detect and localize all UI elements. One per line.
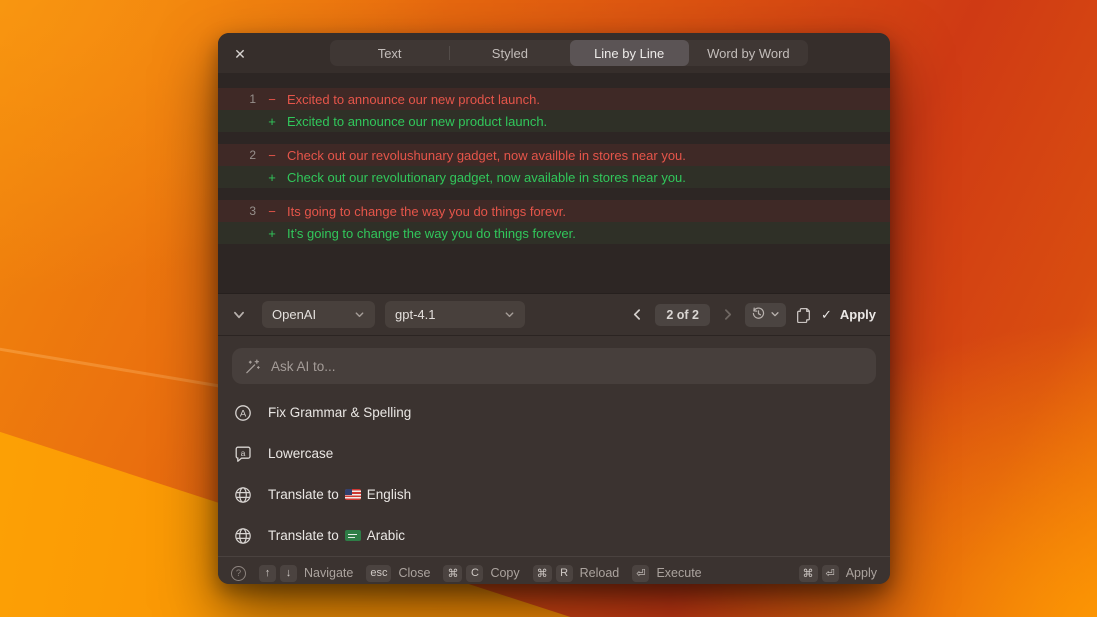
provider-select[interactable]: OpenAI	[262, 301, 375, 328]
r-key: R	[555, 564, 573, 582]
command-panel: Ask AI to... A Fix Grammar & Spelling a …	[218, 336, 890, 556]
provider-label: OpenAI	[272, 307, 317, 322]
arrow-up-key: ↑	[259, 564, 276, 582]
diff-removed-line: 2 − Check out our revolushunary gadget, …	[218, 144, 890, 166]
us-flag-icon	[344, 489, 361, 500]
command-key: ⌘	[443, 564, 463, 582]
minus-sign: −	[268, 91, 276, 107]
apply-label: Apply	[839, 307, 876, 322]
model-label: gpt-4.1	[395, 307, 436, 322]
chevron-down-icon	[504, 309, 515, 320]
plus-sign: +	[268, 113, 276, 129]
line-number: 1	[249, 92, 256, 106]
shortcut-label: Reload	[579, 566, 620, 580]
tab-word-by-word[interactable]: Word by Word	[689, 40, 808, 66]
model-select[interactable]: gpt-4.1	[385, 301, 525, 328]
ai-diff-popup-window: ✕ Text Styled Line by Line Word by Word …	[218, 33, 890, 584]
next-result-button[interactable]	[719, 306, 736, 323]
apply-button[interactable]: ✓ Apply	[821, 307, 876, 323]
line-number: 3	[249, 204, 256, 218]
chevron-down-icon	[770, 307, 780, 322]
command-translate-english[interactable]: Translate to English	[218, 474, 890, 515]
shortcut-label: Execute	[656, 566, 702, 580]
collapse-chevron-down-icon[interactable]	[232, 308, 246, 322]
command-key: ⌘	[798, 564, 818, 582]
minus-sign: −	[268, 203, 276, 219]
removed-text: Check out our revolushunary gadget, now …	[287, 147, 686, 163]
diff-group-1: 1 − Excited to announce our new prodct l…	[218, 88, 890, 132]
removed-text: Excited to announce our new prodct launc…	[287, 91, 540, 107]
diff-removed-line: 1 − Excited to announce our new prodct l…	[218, 88, 890, 110]
diff-added-line: + It’s going to change the way you do th…	[218, 222, 890, 244]
character-bubble-icon: a	[233, 444, 253, 464]
previous-result-button[interactable]	[629, 306, 646, 323]
command-label: Translate to English	[268, 487, 412, 502]
saudi-arabia-flag-icon	[344, 530, 361, 541]
added-text: Check out our revolutionary gadget, now …	[287, 169, 686, 185]
plus-sign: +	[268, 169, 276, 185]
removed-text: Its going to change the way you do thing…	[287, 203, 566, 219]
svg-text:a: a	[241, 448, 246, 458]
command-fix-grammar[interactable]: A Fix Grammar & Spelling	[218, 392, 890, 433]
tab-text[interactable]: Text	[330, 40, 449, 66]
help-icon[interactable]: ?	[231, 565, 246, 581]
shortcut-label: Navigate	[304, 566, 354, 580]
model-toolbar: OpenAI gpt-4.1 2 of 2 ✓ Apply	[218, 293, 890, 336]
copy-icon[interactable]	[795, 306, 812, 323]
diff-group-3: 3 − Its going to change the way you do t…	[218, 200, 890, 244]
command-lowercase[interactable]: a Lowercase	[218, 433, 890, 474]
ask-ai-placeholder: Ask AI to...	[271, 358, 336, 374]
command-label: Lowercase	[268, 446, 334, 461]
shortcut-label: Copy	[490, 566, 520, 580]
shortcut-execute: ⏎ Execute	[632, 564, 702, 582]
shortcut-label: Apply	[845, 566, 877, 580]
arrow-down-key: ↓	[280, 564, 297, 582]
result-controls: 2 of 2 ✓ Apply	[629, 302, 876, 327]
magic-wand-icon	[244, 358, 261, 375]
chevron-down-icon	[354, 309, 365, 320]
diff-added-line: + Check out our revolutionary gadget, no…	[218, 166, 890, 188]
c-key: C	[466, 564, 484, 582]
command-label: Fix Grammar & Spelling	[268, 405, 412, 420]
line-number: 2	[249, 148, 256, 162]
added-text: Excited to announce our new product laun…	[287, 113, 548, 129]
return-key: ⏎	[821, 564, 839, 582]
diff-view: 1 − Excited to announce our new prodct l…	[218, 73, 890, 293]
checkmark-icon: ✓	[820, 306, 832, 322]
a-circle-icon: A	[233, 403, 253, 423]
history-clock-icon	[751, 306, 766, 324]
shortcut-apply: ⌘ ⏎ Apply	[798, 564, 877, 582]
plus-sign: +	[268, 225, 276, 241]
diff-removed-line: 3 − Its going to change the way you do t…	[218, 200, 890, 222]
command-translate-arabic[interactable]: Translate to Arabic	[218, 515, 890, 556]
added-text: It’s going to change the way you do thin…	[287, 225, 576, 241]
tab-line-by-line[interactable]: Line by Line	[569, 40, 689, 66]
return-key: ⏎	[632, 564, 650, 582]
shortcut-footer: ? ↑ ↓ Navigate esc Close ⌘ C Copy ⌘ R Re…	[218, 556, 890, 584]
shortcut-label: Close	[398, 566, 431, 580]
minus-sign: −	[268, 147, 276, 163]
shortcut-navigate: ↑ ↓ Navigate	[259, 564, 354, 582]
window-header: ✕ Text Styled Line by Line Word by Word	[218, 33, 890, 73]
tab-styled[interactable]: Styled	[450, 40, 569, 66]
history-dropdown[interactable]	[744, 302, 786, 327]
globe-icon	[233, 485, 253, 505]
view-mode-tabs: Text Styled Line by Line Word by Word	[330, 40, 808, 66]
globe-icon	[233, 526, 253, 546]
command-key: ⌘	[532, 564, 552, 582]
shortcut-copy: ⌘ C Copy	[443, 564, 520, 582]
shortcut-close: esc Close	[366, 564, 431, 582]
command-label: Translate to Arabic	[268, 528, 406, 543]
close-icon[interactable]: ✕	[231, 45, 249, 63]
shortcut-reload: ⌘ R Reload	[532, 564, 620, 582]
diff-group-2: 2 − Check out our revolushunary gadget, …	[218, 144, 890, 188]
diff-added-line: + Excited to announce our new product la…	[218, 110, 890, 132]
esc-key: esc	[366, 564, 392, 582]
ask-ai-input[interactable]: Ask AI to...	[232, 348, 876, 384]
svg-text:A: A	[240, 408, 247, 419]
result-counter: 2 of 2	[655, 303, 710, 326]
